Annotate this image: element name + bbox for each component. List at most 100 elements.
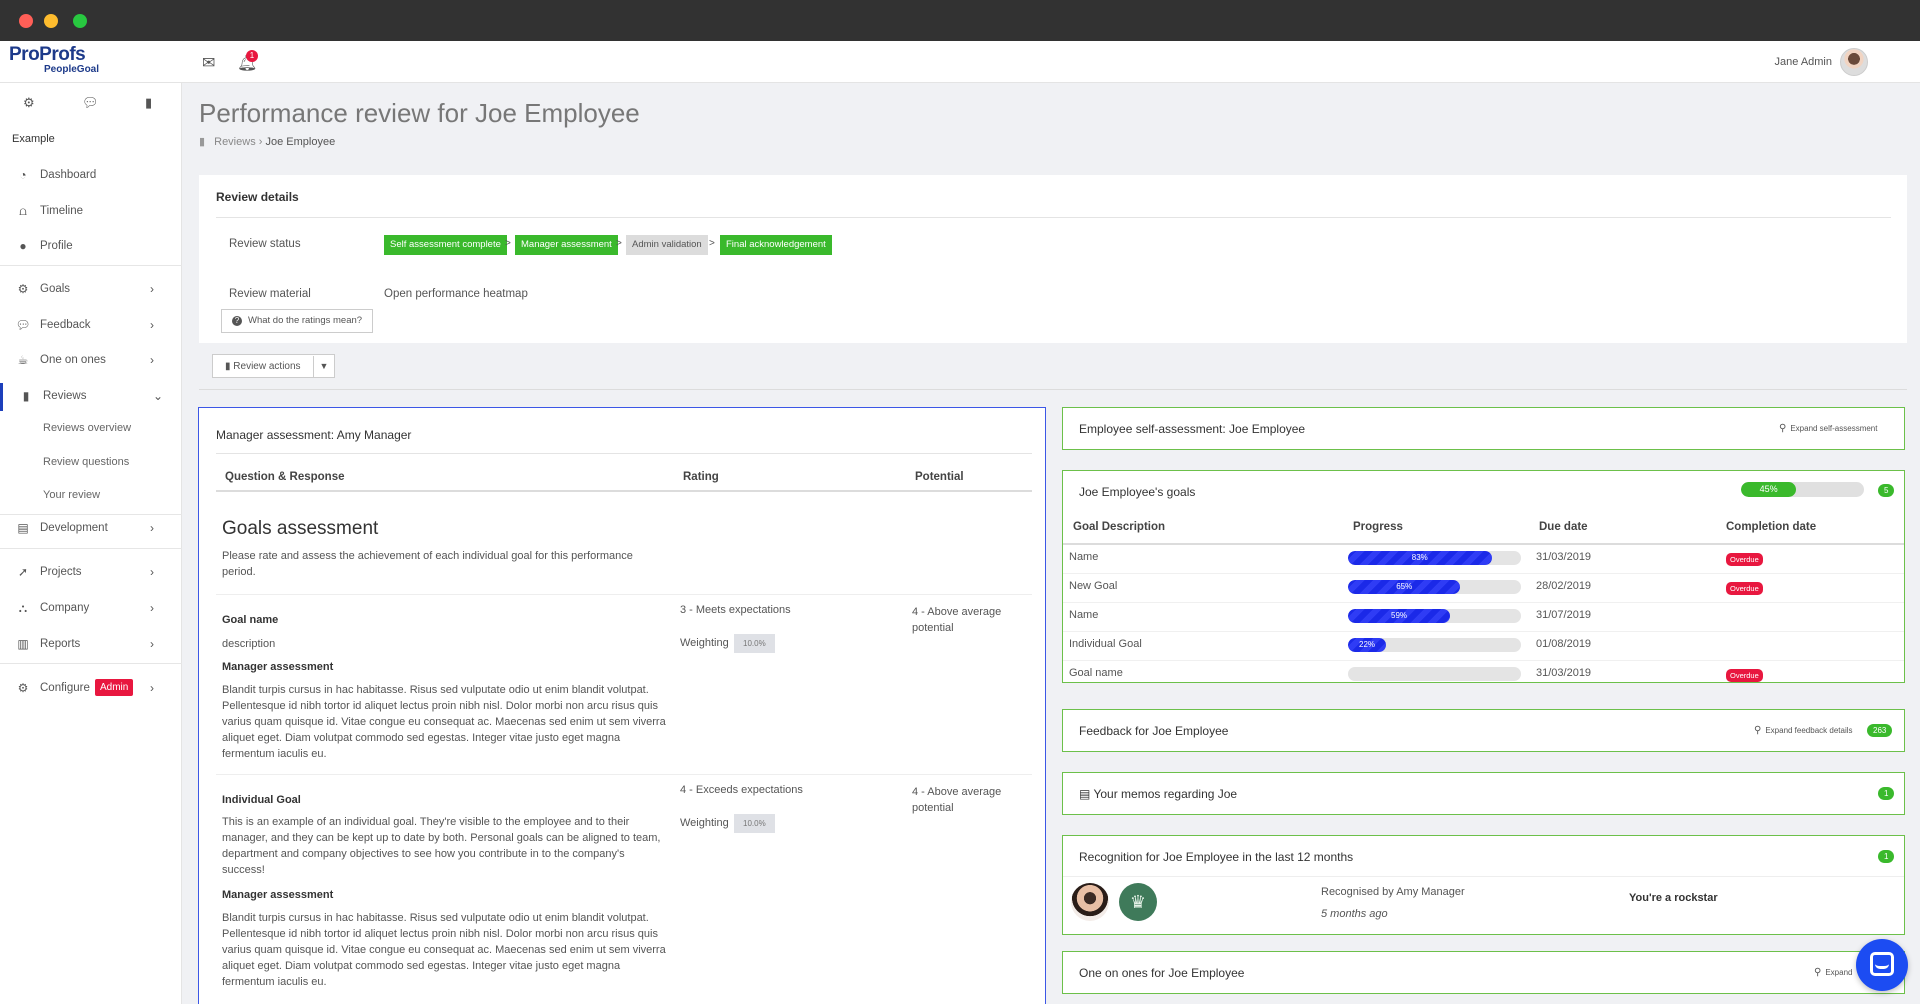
expand-self-assessment-link[interactable]: ⚲ Expand self-assessment bbox=[1779, 423, 1877, 434]
gears-icon[interactable]: ⚙ bbox=[23, 95, 35, 111]
document-icon[interactable]: ▮ bbox=[145, 95, 152, 111]
sidebar-item-development[interactable]: ▤ Development › bbox=[0, 515, 182, 543]
goal-progress-bar: 22% bbox=[1348, 638, 1521, 652]
review-material-label: Review material bbox=[229, 288, 311, 300]
company-icon: ⛬ bbox=[18, 601, 28, 615]
expand-label: Expand self-assessment bbox=[1790, 424, 1878, 433]
sidebar-item-timeline[interactable]: ⩍ Timeline bbox=[0, 198, 182, 226]
expand-feedback-link[interactable]: ⚲ Expand feedback details bbox=[1754, 725, 1853, 736]
chat-icon[interactable]: 💬︎ bbox=[82, 95, 99, 111]
sidebar-item-one-on-ones[interactable]: ☕︎ One on ones › bbox=[0, 347, 182, 375]
sidebar-item-profile[interactable]: ● Profile bbox=[0, 233, 182, 261]
search-icon: ⚲ bbox=[1814, 967, 1822, 978]
sidebar-item-label: Reviews bbox=[43, 390, 87, 402]
memos-count-badge: 1 bbox=[1878, 787, 1895, 800]
sidebar-divider bbox=[0, 265, 182, 266]
chevron-right-icon: › bbox=[150, 601, 154, 615]
window-close-button[interactable] bbox=[19, 14, 33, 28]
goal-rating: 3 - Meets expectations bbox=[680, 604, 791, 616]
column-header-completion-date: Completion date bbox=[1726, 521, 1817, 533]
status-step-manager-assessment: Manager assessment bbox=[515, 235, 618, 255]
sidebar-item-projects[interactable]: ➚ Projects › bbox=[0, 559, 182, 587]
divider bbox=[216, 217, 1891, 218]
sidebar-item-configure[interactable]: ⚙ Configure Admin › bbox=[0, 675, 182, 703]
goals-icon: ⚙ bbox=[17, 282, 29, 296]
projects-icon: ➚ bbox=[17, 565, 29, 579]
review-actions-dropdown[interactable]: ▮ Review actions ▼ bbox=[212, 354, 336, 378]
app-logo[interactable]: ProProfs PeopleGoal bbox=[9, 45, 100, 75]
sidebar-subitem-reviews-overview[interactable]: Reviews overview bbox=[43, 422, 131, 434]
weighting-value: 10.0% bbox=[734, 634, 775, 653]
section-description: Please rate and assess the achievement o… bbox=[222, 550, 633, 578]
open-heatmap-link[interactable]: Open performance heatmap bbox=[384, 288, 528, 300]
sidebar-item-reviews[interactable]: ▮ Reviews ⌄ bbox=[0, 383, 182, 411]
employee-goals-title: Joe Employee's goals bbox=[1079, 485, 1196, 499]
goal-due-date: 01/08/2019 bbox=[1536, 638, 1592, 650]
manager-assessment-text: Blandit turpis cursus in hac habitasse. … bbox=[222, 912, 666, 988]
chat-launcher-button[interactable] bbox=[1856, 939, 1908, 991]
review-details-card: Review details Review status Self assess… bbox=[199, 175, 1907, 343]
review-actions-button[interactable]: ▮ Review actions bbox=[213, 356, 314, 378]
logo-sub-text: PeopleGoal bbox=[44, 64, 100, 75]
status-step-final-acknowledgement: Final acknowledgement bbox=[720, 235, 832, 255]
review-status-label: Review status bbox=[229, 238, 301, 250]
window-title-bar bbox=[0, 0, 1920, 41]
recognition-card: Recognition for Joe Employee in the last… bbox=[1062, 835, 1905, 935]
goal-potential: 4 - Above average potential bbox=[912, 606, 1002, 634]
sidebar-item-label: One on ones bbox=[40, 354, 106, 366]
table-header-divider bbox=[1063, 543, 1904, 545]
overall-progress-bar: 45% bbox=[1741, 482, 1864, 497]
window-minimize-button[interactable] bbox=[44, 14, 58, 28]
envelope-icon[interactable]: ✉ bbox=[202, 53, 215, 73]
manager-assessment-title: Manager assessment: Amy Manager bbox=[216, 428, 412, 442]
feedback-title: Feedback for Joe Employee bbox=[1079, 724, 1229, 738]
user-avatar[interactable] bbox=[1840, 48, 1868, 76]
sidebar-divider bbox=[0, 663, 182, 664]
user-name[interactable]: Jane Admin bbox=[1775, 56, 1832, 68]
status-step-self-assessment: Self assessment complete bbox=[384, 235, 507, 255]
chevron-right-icon: › bbox=[150, 353, 154, 367]
row-divider bbox=[1063, 631, 1904, 632]
breadcrumb: ▮ Reviews › Joe Employee bbox=[199, 135, 335, 148]
chevron-right-icon: › bbox=[150, 318, 154, 332]
goal-row-name: New Goal bbox=[1069, 580, 1118, 592]
goal-progress-bar: 83% bbox=[1348, 551, 1521, 565]
caret-down-icon[interactable]: ▼ bbox=[314, 355, 335, 377]
sidebar-divider bbox=[0, 548, 182, 549]
sidebar-item-label: Reports bbox=[40, 638, 81, 650]
section-title: Goals assessment bbox=[222, 518, 379, 539]
ratings-help-label: What do the ratings mean? bbox=[248, 315, 363, 326]
sidebar-item-company[interactable]: ⛬ Company › bbox=[0, 595, 182, 623]
goal-row-name: Name bbox=[1069, 551, 1099, 563]
expand-one-on-ones-link[interactable]: ⚲ Expand bbox=[1814, 967, 1852, 978]
chevron-down-icon: ⌄ bbox=[153, 389, 164, 403]
recognition-count-badge: 1 bbox=[1878, 850, 1895, 863]
self-assessment-card: Employee self-assessment: Joe Employee ⚲… bbox=[1062, 407, 1905, 450]
recognition-badge-icon: ♛ bbox=[1119, 883, 1157, 921]
sidebar-item-feedback[interactable]: 💬︎ Feedback › bbox=[0, 312, 182, 340]
admin-badge: Admin bbox=[95, 679, 134, 696]
weighting-label: Weighting bbox=[680, 637, 729, 649]
sidebar-section-label: Example bbox=[12, 133, 55, 145]
reviews-icon: ▮ bbox=[22, 389, 30, 403]
sidebar-item-label: Company bbox=[40, 602, 90, 614]
question-icon: ? bbox=[232, 316, 242, 326]
recognition-message: You're a rockstar bbox=[1629, 892, 1718, 904]
recognizer-avatar[interactable] bbox=[1071, 883, 1109, 921]
document-icon: ▮ bbox=[199, 136, 206, 148]
ratings-help-button[interactable]: ? What do the ratings mean? bbox=[221, 309, 374, 333]
breadcrumb-reviews-link[interactable]: Reviews bbox=[214, 136, 256, 148]
dashboard-icon: ◔ bbox=[19, 168, 27, 182]
sidebar-item-dashboard[interactable]: ◔ Dashboard bbox=[0, 162, 182, 190]
sidebar-subitem-your-review[interactable]: Your review bbox=[43, 489, 100, 501]
sidebar-item-reports[interactable]: ▥ Reports › bbox=[0, 631, 182, 659]
window-maximize-button[interactable] bbox=[73, 14, 87, 28]
manager-assessment-text: Blandit turpis cursus in hac habitasse. … bbox=[222, 684, 666, 760]
table-header-divider bbox=[216, 490, 1032, 492]
sidebar-item-label: Timeline bbox=[40, 205, 84, 217]
notification-badge: 1 bbox=[246, 50, 258, 62]
goal-name: Goal name bbox=[222, 614, 279, 626]
sidebar-item-goals[interactable]: ⚙ Goals › bbox=[0, 276, 182, 304]
chevron-right-icon: › bbox=[150, 681, 154, 695]
sidebar-subitem-review-questions[interactable]: Review questions bbox=[43, 456, 129, 468]
